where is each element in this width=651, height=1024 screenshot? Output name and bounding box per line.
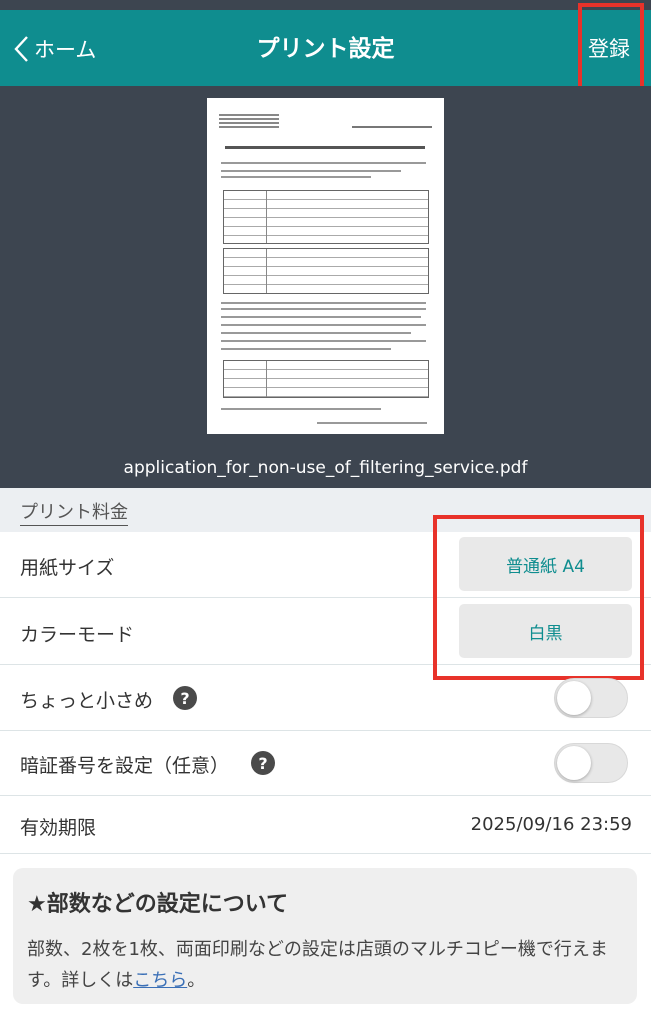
smaller-toggle[interactable] xyxy=(554,678,628,718)
info-suffix: 。 xyxy=(187,970,206,991)
section-header: プリント料金 xyxy=(0,488,651,532)
status-bar xyxy=(0,0,651,10)
register-button[interactable]: 登録 xyxy=(588,32,630,66)
expiry-label: 有効期限 xyxy=(20,817,97,839)
info-title: ★部数などの設定について xyxy=(27,892,289,917)
paper-size-button[interactable]: 普通紙 A4 xyxy=(459,537,632,591)
paper-size-row: 用紙サイズ 普通紙 A4 xyxy=(0,532,651,598)
help-icon[interactable]: ? xyxy=(173,686,197,710)
help-icon[interactable]: ? xyxy=(251,751,275,775)
pin-toggle[interactable] xyxy=(554,743,628,783)
paper-size-label: 用紙サイズ xyxy=(20,557,115,579)
page-title: プリント設定 xyxy=(256,36,395,62)
file-name: application_for_non-use_of_filtering_ser… xyxy=(123,458,528,478)
smaller-label: ちょっと小さめ xyxy=(20,690,154,712)
color-mode-button[interactable]: 白黒 xyxy=(459,604,632,658)
info-text: 部数、2枚を1枚、両面印刷などの設定は店頭のマルチコピー機で行えます。詳しくは xyxy=(27,939,608,991)
toggle-knob xyxy=(557,681,591,715)
toggle-knob xyxy=(557,746,591,780)
pin-label: 暗証番号を設定（任意） xyxy=(20,755,230,777)
color-mode-row: カラーモード 白黒 xyxy=(0,598,651,665)
info-card: ★部数などの設定について 部数、2枚を1枚、両面印刷などの設定は店頭のマルチコピ… xyxy=(13,868,637,1004)
expiry-value: 2025/09/16 23:59 xyxy=(470,814,632,835)
pin-row: 暗証番号を設定（任意） ? xyxy=(0,731,651,796)
details-link[interactable]: こちら xyxy=(133,970,187,991)
document-preview: application_for_non-use_of_filtering_ser… xyxy=(0,86,651,488)
info-body: 部数、2枚を1枚、両面印刷などの設定は店頭のマルチコピー機で行えます。詳しくはこ… xyxy=(27,934,631,996)
document-thumbnail[interactable] xyxy=(207,98,444,434)
section-title: プリント料金 xyxy=(20,498,128,526)
expiry-row: 有効期限 2025/09/16 23:59 xyxy=(0,796,651,854)
smaller-row: ちょっと小さめ ? xyxy=(0,665,651,731)
color-mode-label: カラーモード xyxy=(20,624,135,646)
app-header: ホーム プリント設定 登録 xyxy=(0,10,651,86)
